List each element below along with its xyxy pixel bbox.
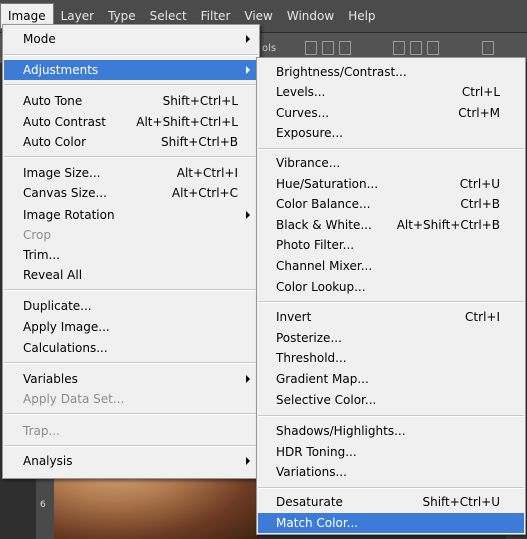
separator bbox=[258, 487, 524, 489]
image-menu: Mode Adjustments Auto Tone Shift+Ctrl+L A… bbox=[2, 24, 260, 479]
separator bbox=[4, 84, 258, 86]
align-icon[interactable] bbox=[305, 41, 317, 55]
distribute-icon[interactable] bbox=[410, 41, 422, 55]
submenu-arrow-icon bbox=[246, 66, 250, 74]
separator bbox=[4, 362, 258, 364]
menu-item-trap[interactable]: Trap... bbox=[4, 421, 258, 441]
menu-item-hue-saturation[interactable]: Hue/Saturation... Ctrl+U bbox=[258, 174, 524, 194]
menu-item-calculations[interactable]: Calculations... bbox=[4, 338, 258, 358]
submenu-arrow-icon bbox=[246, 375, 250, 383]
menu-item-auto-tone[interactable]: Auto Tone Shift+Ctrl+L bbox=[4, 91, 258, 111]
menu-item-shadows-highlights[interactable]: Shadows/Highlights... bbox=[258, 421, 524, 441]
menu-item-black-white[interactable]: Black & White... Alt+Shift+Ctrl+B bbox=[258, 215, 524, 235]
menu-item-desaturate[interactable]: Desaturate Shift+Ctrl+U bbox=[258, 492, 524, 512]
menu-item-analysis[interactable]: Analysis bbox=[4, 451, 258, 471]
menu-item-hdr-toning[interactable]: HDR Toning... bbox=[258, 442, 524, 462]
submenu-arrow-icon bbox=[246, 457, 250, 465]
separator bbox=[4, 445, 258, 447]
menu-item-match-color[interactable]: Match Color... bbox=[258, 513, 524, 533]
adjustments-submenu: Brightness/Contrast... Levels... Ctrl+L C… bbox=[256, 57, 526, 535]
menubar-help[interactable]: Help bbox=[341, 4, 382, 28]
menu-item-channel-mixer[interactable]: Channel Mixer... bbox=[258, 256, 524, 276]
menu-item-curves[interactable]: Curves... Ctrl+M bbox=[258, 103, 524, 123]
separator bbox=[4, 289, 258, 291]
align-icon[interactable] bbox=[322, 41, 334, 55]
menu-item-variables[interactable]: Variables bbox=[4, 369, 258, 389]
separator bbox=[4, 54, 258, 56]
separator bbox=[258, 301, 524, 303]
toolbar-text: ols bbox=[262, 43, 277, 54]
menu-item-gradient-map[interactable]: Gradient Map... bbox=[258, 369, 524, 389]
menu-item-brightness-contrast[interactable]: Brightness/Contrast... bbox=[258, 62, 524, 82]
menu-item-photo-filter[interactable]: Photo Filter... bbox=[258, 235, 524, 255]
menu-item-auto-contrast[interactable]: Auto Contrast Alt+Shift+Ctrl+L bbox=[4, 112, 258, 132]
menu-item-crop[interactable]: Crop bbox=[4, 225, 258, 245]
separator bbox=[258, 415, 524, 417]
menubar-window[interactable]: Window bbox=[280, 4, 341, 28]
menu-item-color-balance[interactable]: Color Balance... Ctrl+B bbox=[258, 194, 524, 214]
submenu-arrow-icon bbox=[246, 35, 250, 43]
menu-item-exposure[interactable]: Exposure... bbox=[258, 123, 524, 143]
menu-item-threshold[interactable]: Threshold... bbox=[258, 348, 524, 368]
menu-item-mode[interactable]: Mode bbox=[4, 29, 258, 49]
distribute-icon[interactable] bbox=[393, 41, 405, 55]
separator bbox=[258, 148, 524, 150]
submenu-arrow-icon bbox=[246, 211, 250, 219]
menu-item-image-size[interactable]: Image Size... Alt+Ctrl+I bbox=[4, 163, 258, 183]
align-icon[interactable] bbox=[339, 41, 351, 55]
ruler-label: 6 bbox=[40, 500, 46, 510]
menu-item-invert[interactable]: Invert Ctrl+I bbox=[258, 307, 524, 327]
distribute-icon[interactable] bbox=[427, 41, 439, 55]
menu-item-duplicate[interactable]: Duplicate... bbox=[4, 296, 258, 316]
menu-item-posterize[interactable]: Posterize... bbox=[258, 328, 524, 348]
menu-item-image-rotation[interactable]: Image Rotation bbox=[4, 205, 258, 225]
menu-item-trim[interactable]: Trim... bbox=[4, 245, 258, 265]
menu-item-levels[interactable]: Levels... Ctrl+L bbox=[258, 82, 524, 102]
menu-item-adjustments[interactable]: Adjustments bbox=[4, 60, 258, 80]
menu-item-canvas-size[interactable]: Canvas Size... Alt+Ctrl+C bbox=[4, 183, 258, 203]
menu-item-apply-data-set[interactable]: Apply Data Set... bbox=[4, 389, 258, 409]
menu-item-auto-color[interactable]: Auto Color Shift+Ctrl+B bbox=[4, 132, 258, 152]
menu-item-reveal-all[interactable]: Reveal All bbox=[4, 265, 258, 285]
menu-item-color-lookup[interactable]: Color Lookup... bbox=[258, 277, 524, 297]
menu-item-apply-image[interactable]: Apply Image... bbox=[4, 317, 258, 337]
menu-item-selective-color[interactable]: Selective Color... bbox=[258, 390, 524, 410]
menu-item-variations[interactable]: Variations... bbox=[258, 462, 524, 482]
separator bbox=[4, 156, 258, 158]
distribute-icon[interactable] bbox=[482, 41, 494, 55]
separator bbox=[4, 413, 258, 415]
menu-item-vibrance[interactable]: Vibrance... bbox=[258, 153, 524, 173]
